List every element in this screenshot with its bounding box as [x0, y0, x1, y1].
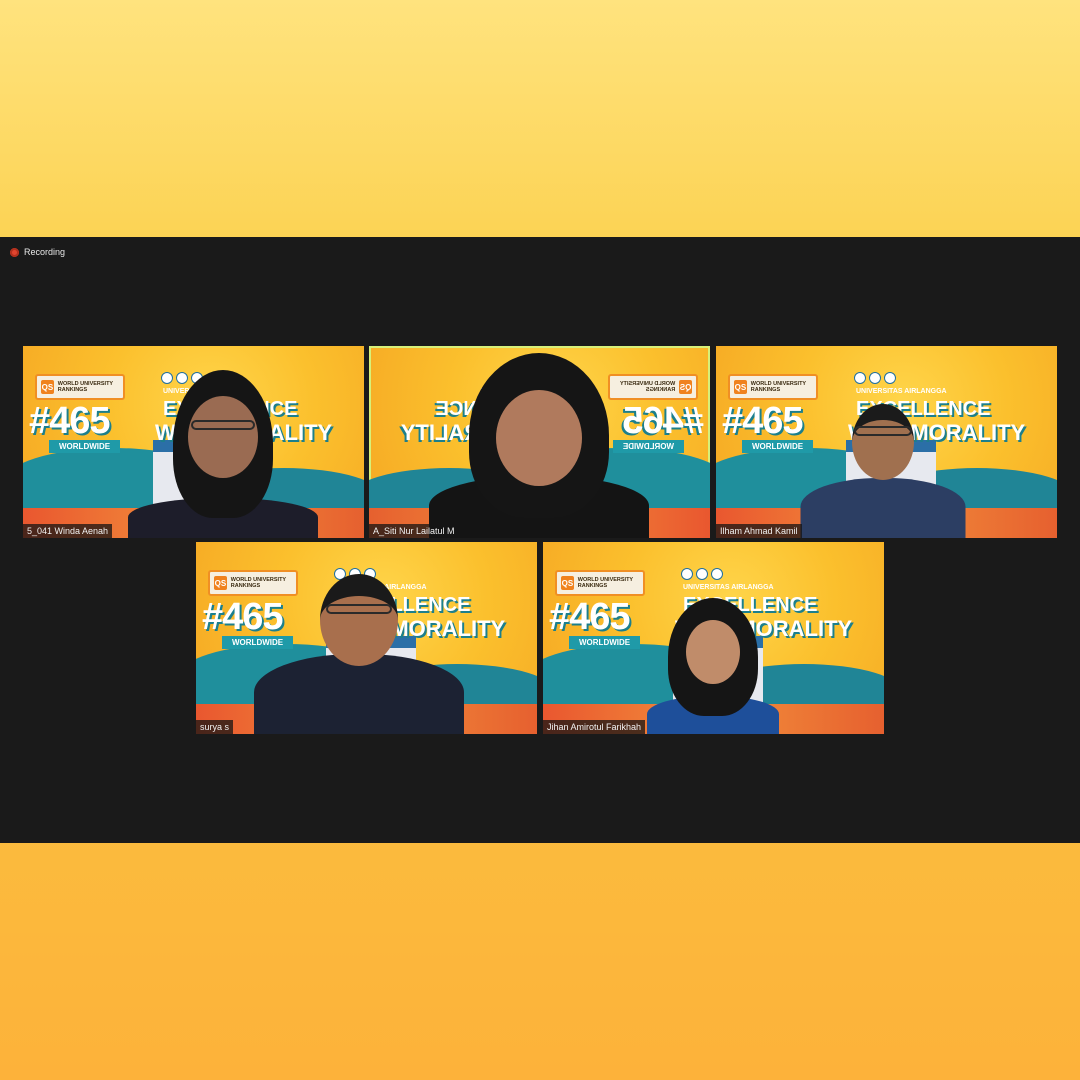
video-tile[interactable]: QS WORLD UNIVERSITY RANKINGS #465 WORLDWI… — [716, 346, 1057, 538]
video-tile[interactable]: QS WORLD UNIVERSITY RANKINGS #465 WORLDWI… — [543, 542, 884, 734]
participant-video — [254, 549, 464, 734]
recording-indicator[interactable]: Recording — [10, 247, 65, 257]
participant-name: surya s — [196, 720, 234, 734]
participant-name: 5_041 Winda Aenah — [23, 524, 113, 538]
participant-name: A_Siti Nur Lailatul M — [369, 524, 459, 538]
video-tile[interactable]: QS WORLD UNIVERSITY RANKINGS #465 WORLDWI… — [23, 346, 364, 538]
video-tile-active-speaker[interactable]: QS WORLD UNIVERSITY RANKINGS #465 WORLDWI… — [369, 346, 710, 538]
record-dot-icon — [10, 247, 19, 257]
recording-label: Recording — [24, 247, 66, 257]
participant-video — [123, 368, 323, 538]
meeting-window: Recording QS WORLD UNIVERSITY RANKINGS #4… — [0, 237, 1080, 843]
video-tile[interactable]: QS WORLD UNIVERSITY RANKINGS #465 WORLDWI… — [196, 542, 537, 734]
participant-name: Jihan Amirotul Farikhah — [543, 720, 646, 734]
participant-video — [798, 373, 968, 538]
participant-name: Ilham Ahmad Kamil — [716, 524, 802, 538]
participant-video — [647, 598, 779, 734]
participant-video — [429, 353, 649, 538]
